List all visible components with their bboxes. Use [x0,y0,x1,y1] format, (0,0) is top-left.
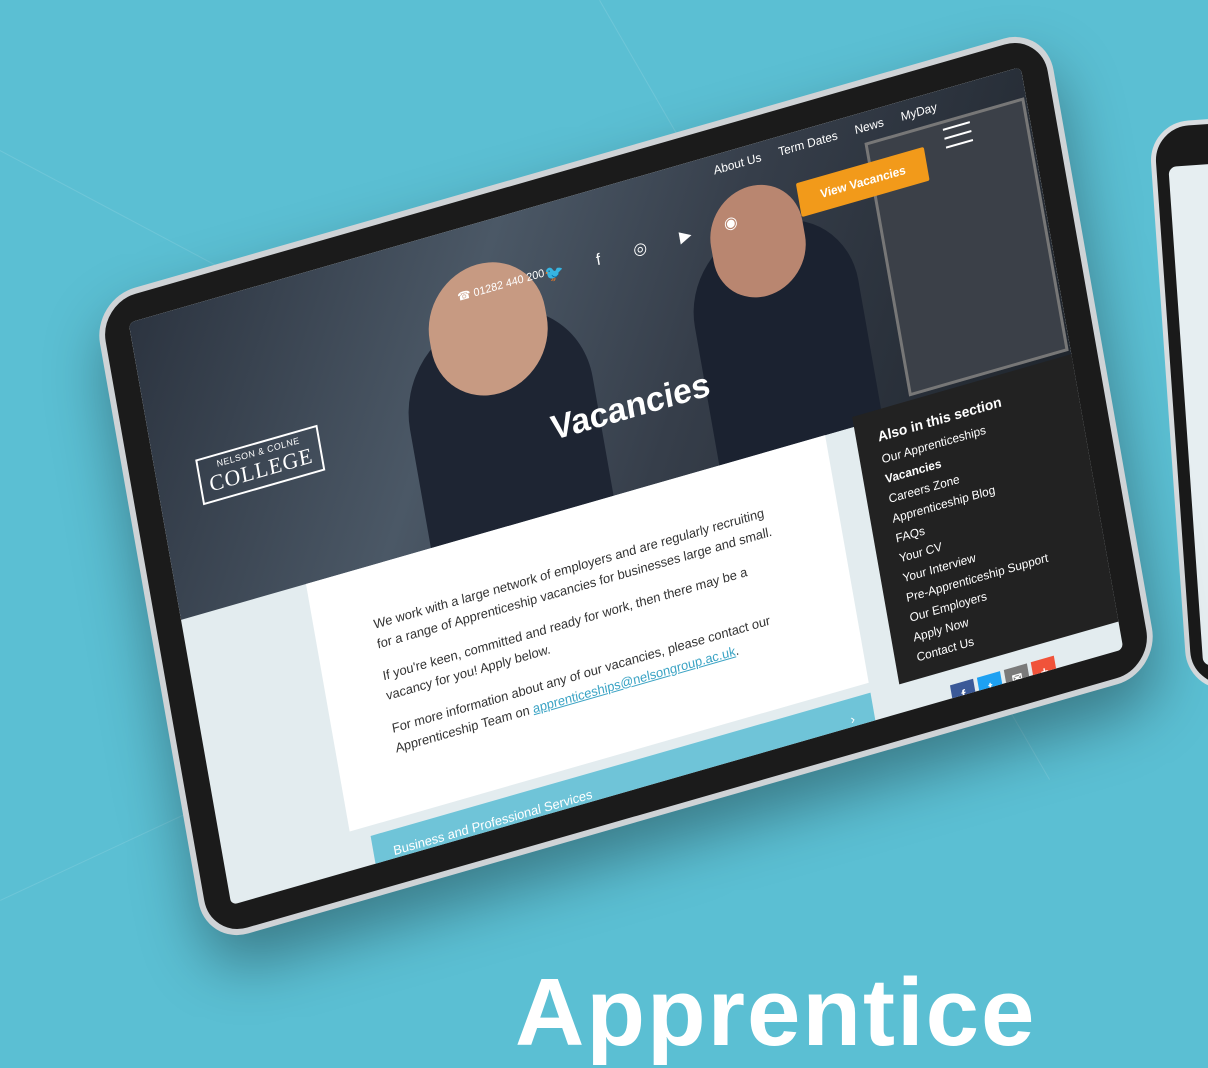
facebook-icon[interactable]: f [595,251,602,270]
accordion-label: Catering and Hospitality [400,852,536,906]
nav-link-term-dates[interactable]: Term Dates [777,128,838,159]
accordion-label: Construction and Building Services [409,883,606,905]
twitter-icon[interactable]: 🐦 [543,261,566,286]
accordion-construction[interactable]: Construction and Building Services › [387,787,895,906]
website-screen: About Us Term Dates News MyDay View Vaca… [128,66,1124,906]
instagram-icon[interactable]: ◎ [632,237,649,261]
share-more-icon[interactable]: + [1030,655,1058,687]
share-email-icon[interactable]: ✉ [1003,663,1032,694]
chevron-right-icon: › [849,711,857,728]
promo-block: NELSON & COLNE COLLEGE GROUP [928,672,1124,872]
nav-link-news[interactable]: News [854,115,885,137]
tablet-device: About Us Term Dates News MyDay View Vaca… [92,26,1160,946]
chevron-right-icon: › [857,758,865,775]
college-logo[interactable]: NELSON & COLNE COLLEGE [195,424,326,506]
tablet-mockup: About Us Term Dates News MyDay View Vaca… [0,20,1190,960]
chevron-right-icon: › [866,806,873,823]
youtube-icon[interactable]: ▶ [678,224,693,247]
nav-link-myday[interactable]: MyDay [900,100,938,124]
share-twitter-icon[interactable]: t [976,671,1005,702]
group-logo: NELSON & COLNE COLLEGE GROUP [991,697,1124,755]
nav-link-about-us[interactable]: About Us [712,150,762,177]
share-facebook-icon[interactable]: f [949,678,978,710]
overlay-heading: Apprentice [515,959,1037,1066]
